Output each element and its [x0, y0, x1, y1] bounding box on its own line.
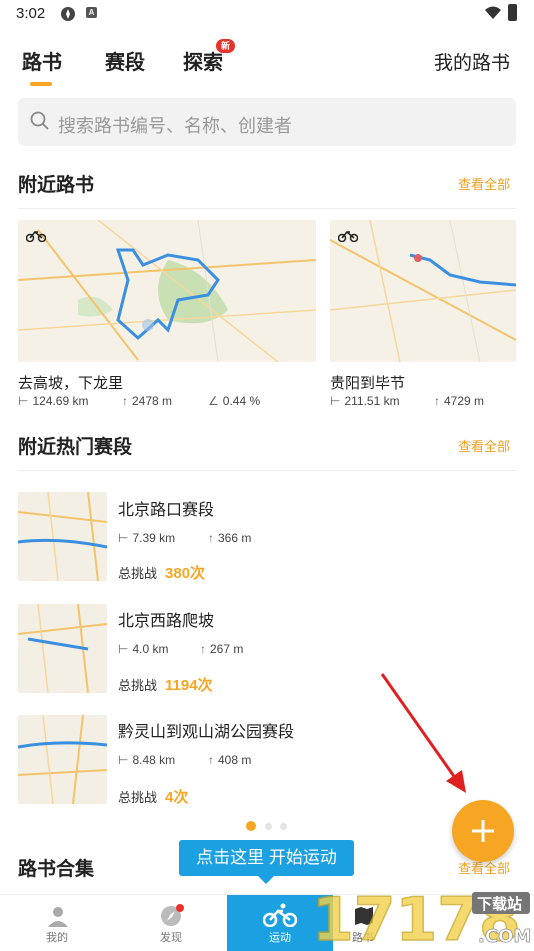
segment-challenges: 总挑战 1194次	[118, 674, 213, 695]
segment-distance: ⊢ 7.39 km	[118, 531, 175, 545]
app-notification-icon: A	[86, 7, 97, 18]
active-tab-indicator	[30, 82, 52, 86]
distance-icon: ⊢	[18, 394, 29, 408]
nav-discover-label: 发现	[160, 932, 182, 944]
segment-climb: ↑ 408 m	[208, 753, 251, 767]
search-icon	[30, 111, 50, 136]
tab-routes[interactable]: 路书	[22, 46, 62, 75]
bicycle-icon	[25, 228, 47, 247]
nav-discover[interactable]: 发现	[118, 895, 224, 951]
segment-distance-value: 7.39 km	[132, 531, 176, 545]
segment-climb: ↑ 267 m	[200, 642, 243, 656]
distance-icon: ⊢	[118, 753, 129, 767]
segment-climb-value: 408 m	[218, 753, 252, 767]
route-climb: ↑ 2478 m	[122, 394, 172, 408]
nearby-routes-title: 附近路书	[18, 175, 95, 196]
distance-icon: ⊢	[330, 394, 341, 408]
route-name[interactable]: 去高坡，下龙里	[18, 372, 123, 393]
climb-icon: ↑	[122, 394, 128, 408]
nearby-routes-view-all[interactable]: 查看全部	[458, 174, 510, 193]
route-map-thumbnail[interactable]	[330, 220, 516, 362]
route-distance-value: 211.51 km	[344, 394, 400, 408]
climb-icon: ↑	[434, 394, 440, 408]
segment-challenges: 总挑战 380次	[118, 562, 205, 583]
distance-icon: ⊢	[118, 642, 129, 656]
settings-status-icon	[60, 6, 76, 27]
pager-dot-active[interactable]	[246, 821, 256, 831]
segment-distance: ⊢ 8.48 km	[118, 753, 175, 767]
route-name[interactable]: 贵阳到毕节	[330, 372, 405, 393]
tooltip-arrow	[258, 876, 274, 884]
route-climb-value: 2478 m	[132, 394, 173, 408]
bicycle-icon	[337, 228, 359, 247]
climb-icon: ↑	[208, 531, 214, 545]
challenge-count: 1194次	[165, 677, 213, 694]
segment-map-thumbnail[interactable]	[18, 492, 107, 581]
segment-distance-value: 4.0 km	[132, 642, 169, 656]
plus-icon	[472, 820, 494, 842]
status-time: 3:02	[16, 5, 46, 22]
hot-segments-view-all[interactable]: 查看全部	[458, 436, 510, 455]
grade-icon: ∠	[208, 394, 219, 408]
distance-icon: ⊢	[118, 531, 129, 545]
challenge-count: 380次	[165, 565, 206, 582]
collections-title: 路书合集	[18, 859, 95, 880]
pager-dot[interactable]	[280, 823, 287, 830]
search-placeholder: 搜索路书编号、名称、创建者	[58, 116, 292, 136]
divider	[18, 208, 516, 209]
site-watermark-logo: 17178 下载站 .COM	[312, 884, 532, 950]
status-bar: 3:02 A	[0, 0, 534, 28]
route-grade-value: 0.44 %	[222, 394, 261, 408]
challenge-label: 总挑战	[118, 790, 158, 805]
user-icon	[48, 907, 68, 927]
svg-text:下载站: 下载站	[477, 895, 522, 913]
segment-distance-value: 8.48 km	[132, 753, 176, 767]
route-climb-value: 4729 m	[444, 394, 485, 408]
segment-map-thumbnail[interactable]	[18, 715, 107, 804]
nav-me-label: 我的	[46, 932, 68, 944]
route-climb: ↑ 4729 m	[434, 394, 484, 408]
battery-icon	[508, 4, 517, 21]
bicycle-icon	[263, 903, 297, 927]
tab-segments[interactable]: 赛段	[105, 46, 145, 75]
route-distance: ⊢ 211.51 km	[330, 394, 400, 408]
segment-challenges: 总挑战 4次	[118, 786, 188, 807]
segment-climb-value: 267 m	[210, 642, 244, 656]
wifi-icon	[484, 6, 502, 25]
climb-icon: ↑	[208, 753, 214, 767]
hot-segments-title: 附近热门赛段	[18, 437, 133, 458]
nav-me[interactable]: 我的	[4, 895, 110, 951]
new-badge: 新	[216, 39, 235, 53]
challenge-label: 总挑战	[118, 678, 158, 693]
route-distance: ⊢ 124.69 km	[18, 394, 89, 408]
challenge-count: 4次	[165, 789, 189, 806]
search-input[interactable]: 搜索路书编号、名称、创建者	[18, 98, 516, 146]
segment-climb-value: 366 m	[218, 531, 252, 545]
segment-name[interactable]: 北京西路爬坡	[118, 607, 214, 631]
svg-text:.COM: .COM	[478, 926, 531, 947]
segment-distance: ⊢ 4.0 km	[118, 642, 168, 656]
segment-name[interactable]: 黔灵山到观山湖公园赛段	[118, 718, 294, 742]
divider	[18, 470, 516, 471]
pager-dot[interactable]	[265, 823, 272, 830]
climb-icon: ↑	[200, 642, 206, 656]
challenge-label: 总挑战	[118, 566, 158, 581]
annotation-arrow	[380, 673, 466, 793]
route-distance-value: 124.69 km	[32, 394, 89, 408]
segment-name[interactable]: 北京路口赛段	[118, 496, 214, 520]
route-grade: ∠ 0.44 %	[208, 394, 260, 408]
my-routes-link[interactable]: 我的路书	[434, 48, 510, 75]
add-route-button[interactable]	[452, 800, 514, 862]
start-workout-tooltip[interactable]: 点击这里 开始运动	[179, 840, 354, 876]
segment-map-thumbnail[interactable]	[18, 604, 107, 693]
segment-climb: ↑ 366 m	[208, 531, 251, 545]
route-map-thumbnail[interactable]	[18, 220, 316, 362]
compass-icon	[161, 904, 184, 926]
